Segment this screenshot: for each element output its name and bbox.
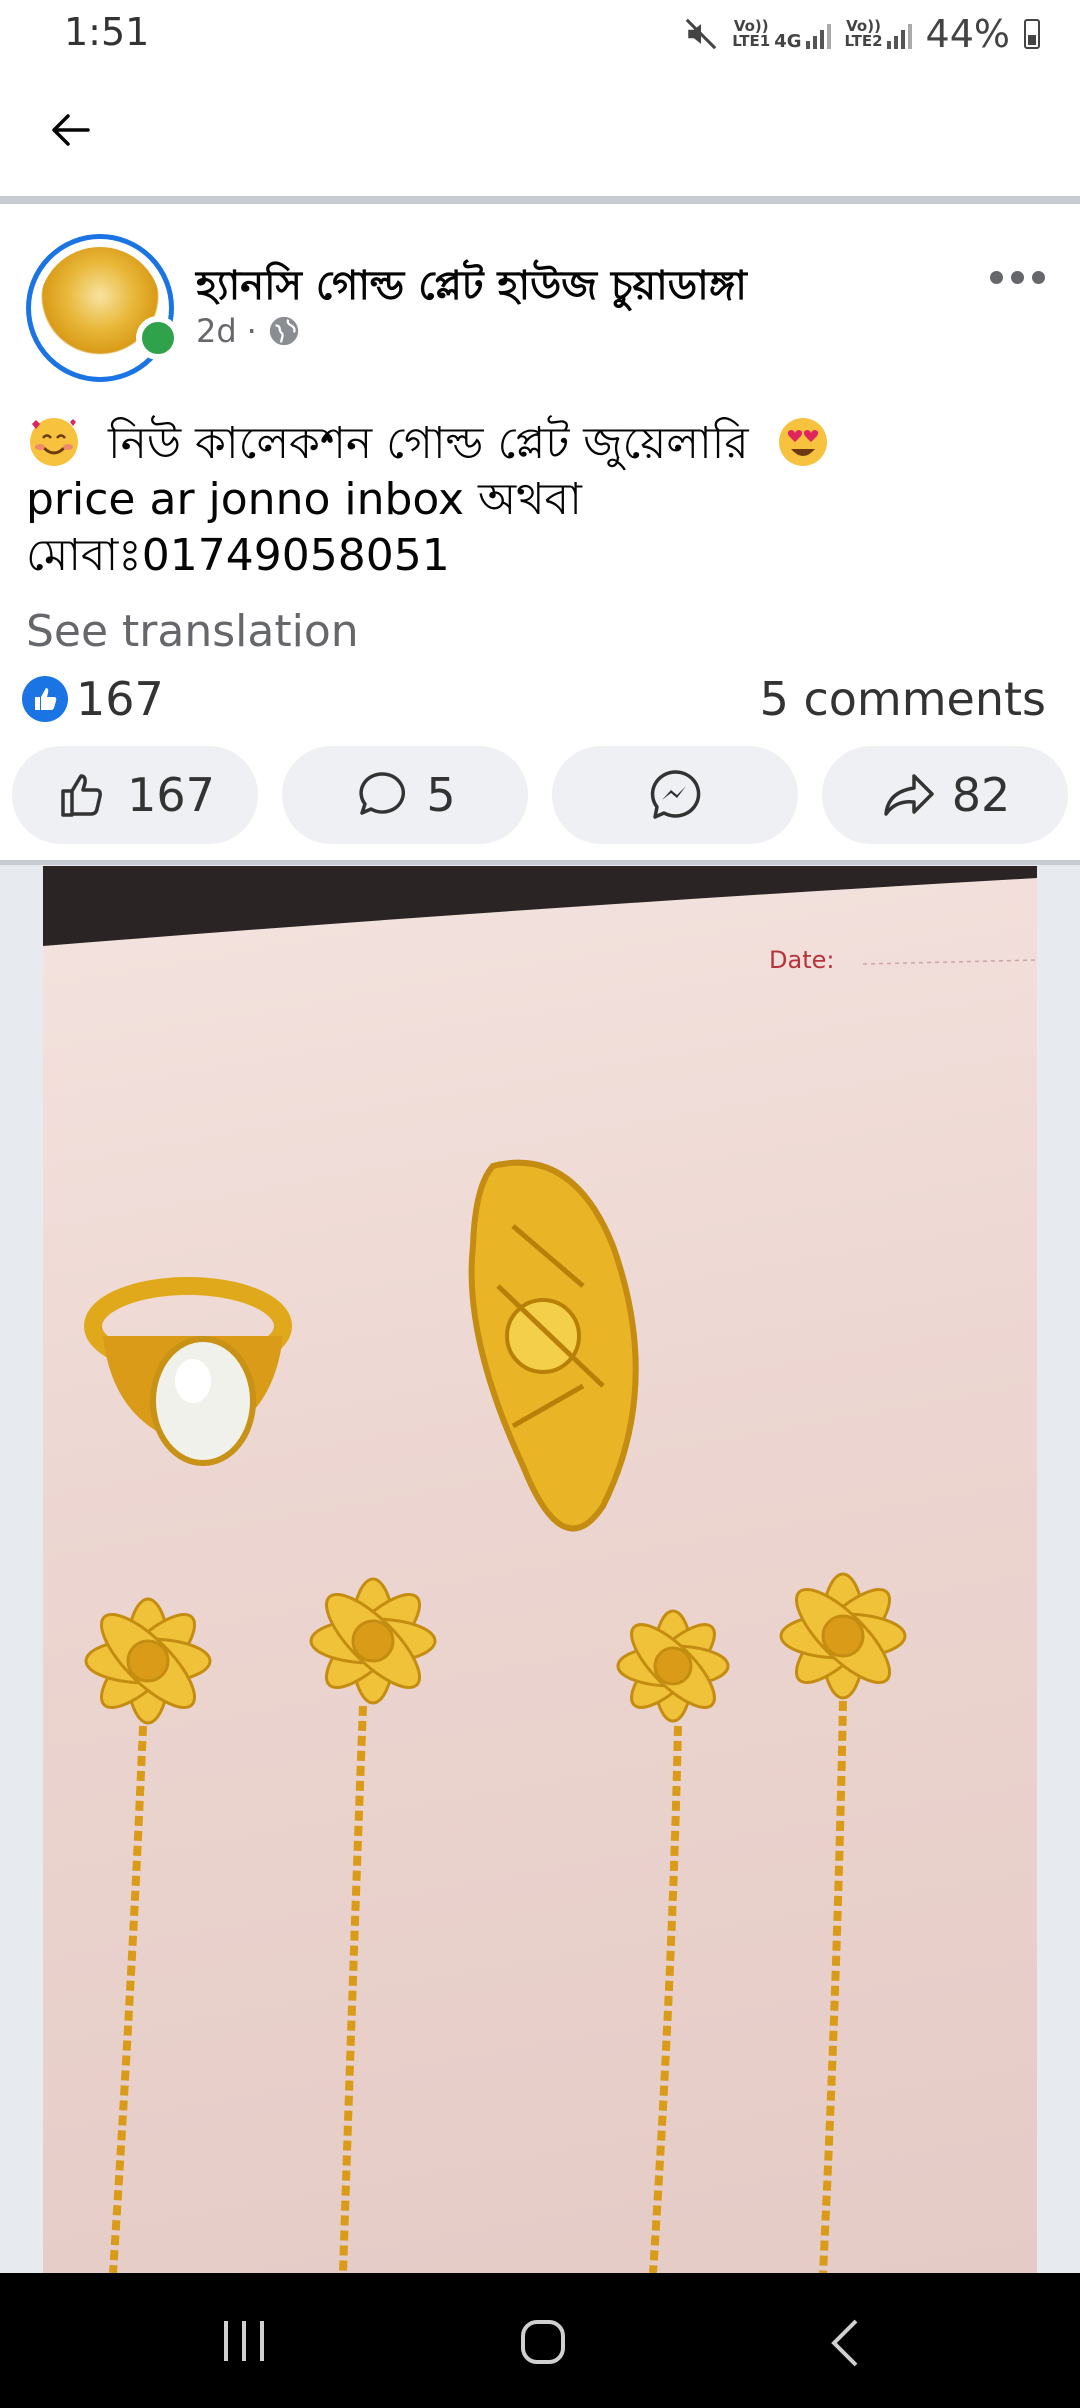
- like-button[interactable]: 167: [12, 746, 258, 844]
- thumbs-up-icon: [35, 688, 57, 710]
- status-time: 1:51: [64, 10, 150, 54]
- more-options-button[interactable]: [990, 262, 1060, 292]
- back-button[interactable]: [40, 100, 100, 160]
- status-bar: 1:51 Vo)) LTE1 4G Vo)) LTE2 44%: [0, 0, 1080, 72]
- comments-count[interactable]: 5 comments: [760, 672, 1046, 726]
- sim2-label: Vo)) LTE2: [844, 17, 883, 50]
- post-text-1: নিউ কালেকশন গোল্ড প্লেট জুয়েলারি: [108, 418, 749, 469]
- reaction-count[interactable]: 167: [76, 672, 164, 726]
- signal-icon-2: [886, 23, 912, 49]
- system-nav-bar: [0, 2273, 1080, 2408]
- sim1-indicator: Vo)) LTE1 4G: [732, 17, 831, 52]
- messenger-icon: [650, 770, 701, 819]
- status-icons: Vo)) LTE1 4G Vo)) LTE2 44%: [684, 12, 1040, 56]
- divider: [0, 196, 1080, 204]
- meta-separator: ·: [246, 312, 257, 350]
- messenger-send-button[interactable]: [552, 746, 798, 844]
- network-type: 4G: [774, 31, 802, 52]
- comment-button[interactable]: 5: [282, 746, 528, 844]
- comment-count-label: 5: [426, 768, 456, 822]
- more-icon: [990, 270, 1003, 284]
- like-count: 167: [127, 768, 215, 822]
- share-icon: [883, 774, 934, 816]
- sim1-label: Vo)) LTE1: [732, 17, 771, 50]
- post-text-line3: মোবাঃ01749058051: [26, 530, 450, 581]
- globe-icon: [269, 316, 299, 346]
- back-icon: [831, 2319, 858, 2367]
- smiling-face-with-hearts-icon: [30, 418, 78, 466]
- recents-button[interactable]: [218, 2319, 270, 2367]
- mute-icon: [685, 18, 717, 50]
- back-arrow-icon: [52, 114, 90, 146]
- comment-icon: [359, 772, 406, 815]
- jewelry-photo: [43, 866, 1037, 2273]
- like-icon: [61, 774, 102, 817]
- post-photo[interactable]: Date:: [43, 866, 1037, 2273]
- see-translation-link[interactable]: See translation: [26, 606, 359, 657]
- share-count: 82: [951, 768, 1011, 822]
- recents-icon: [224, 2321, 264, 2361]
- sim2-indicator: Vo)) LTE2: [845, 19, 912, 49]
- post-time[interactable]: 2d: [196, 312, 237, 350]
- page-name[interactable]: হ্যানসি গোল্ড প্লেট হাউজ চুয়াডাঙ্গা: [196, 254, 747, 321]
- home-button[interactable]: [518, 2317, 568, 2371]
- page-avatar[interactable]: [26, 234, 174, 382]
- signal-icon: [805, 23, 831, 49]
- system-back-button[interactable]: [826, 2317, 866, 2373]
- photo-date-label: Date:: [769, 946, 835, 974]
- online-status-dot: [136, 316, 180, 360]
- post-meta: 2d ·: [196, 312, 301, 350]
- share-button[interactable]: 82: [822, 746, 1068, 844]
- home-icon: [521, 2320, 565, 2364]
- heart-eyes-icon: [778, 418, 827, 466]
- battery-icon: [1024, 19, 1040, 49]
- battery-percent: 44%: [925, 12, 1010, 56]
- like-reaction-icon[interactable]: [22, 676, 68, 722]
